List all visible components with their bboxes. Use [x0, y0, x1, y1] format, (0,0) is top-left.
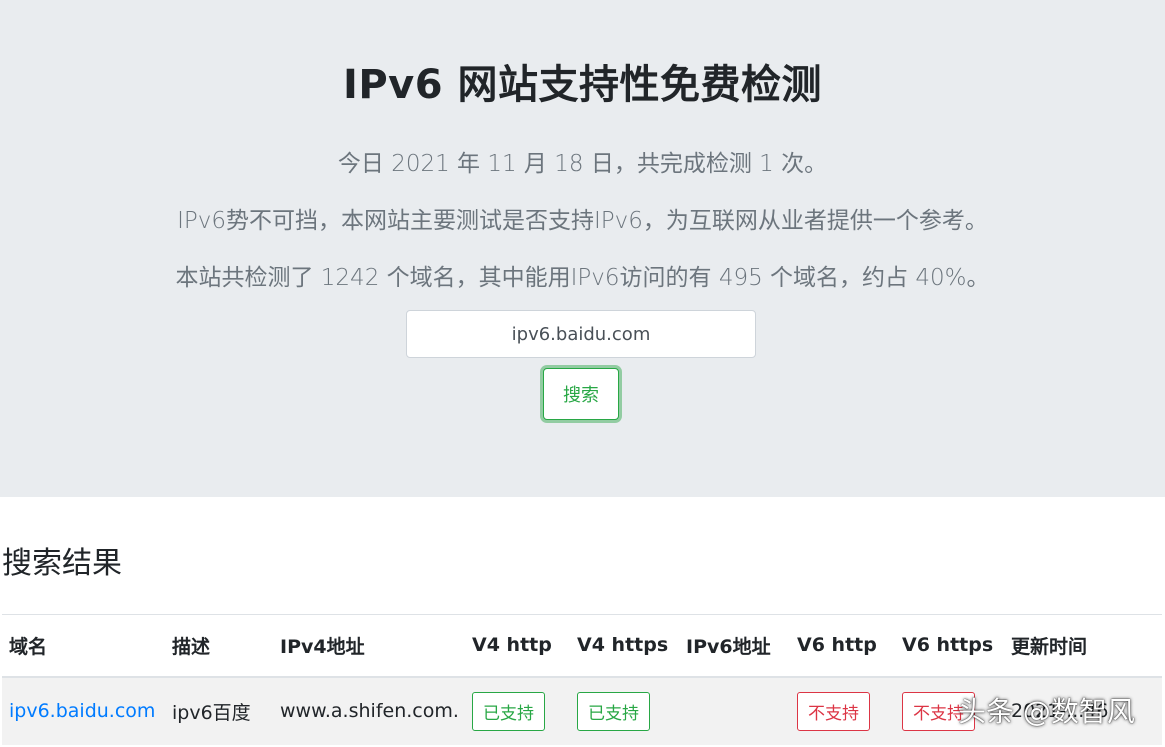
- column-header-ipv6: IPv6地址: [679, 614, 790, 678]
- v4-http-status-badge: 已支持: [472, 691, 545, 731]
- column-header-domain: 域名: [2, 614, 165, 678]
- intro-text: IPv6势不可挡，本网站主要测试是否支持IPv6，为互联网从业者提供一个参考。: [177, 208, 988, 234]
- total-stats-text: 本站共检测了 1242 个域名，其中能用IPv6访问的有 495 个域名，约占 …: [175, 265, 990, 291]
- table-header-row: 域名 描述 IPv4地址 V4 http V4 https IPv6地址 V6 …: [2, 614, 1162, 678]
- page-title: IPv6 网站支持性免费检测: [342, 62, 823, 108]
- ipv6-cell: [679, 676, 790, 745]
- watermark-text: 头条 @数智风: [958, 695, 1135, 728]
- column-header-description: 描述: [165, 614, 273, 678]
- today-stats-text: 今日 2021 年 11 月 18 日，共完成检测 1 次。: [337, 151, 828, 177]
- v6-http-cell: 不支持: [790, 676, 895, 745]
- v4-http-cell: 已支持: [465, 676, 570, 745]
- column-header-ipv4: IPv4地址: [273, 614, 465, 678]
- column-header-v4-http: V4 http: [465, 614, 570, 678]
- ipv4-cell: www.a.shifen.com.: [273, 676, 465, 745]
- v4-https-cell: 已支持: [570, 676, 679, 745]
- description-cell: ipv6百度: [165, 676, 273, 745]
- column-header-v6-https: V6 https: [895, 614, 1004, 678]
- search-button[interactable]: 搜索: [543, 368, 619, 420]
- results-heading: 搜索结果: [2, 546, 122, 581]
- column-header-updated-time: 更新时间: [1004, 614, 1162, 678]
- v4-https-status-badge: 已支持: [577, 691, 650, 731]
- domain-search-input[interactable]: [406, 310, 756, 358]
- column-header-v6-http: V6 http: [790, 614, 895, 678]
- hero-banner: IPv6 网站支持性免费检测 今日 2021 年 11 月 18 日，共完成检测…: [0, 0, 1165, 497]
- domain-cell: ipv6.baidu.com: [2, 676, 165, 745]
- domain-link[interactable]: ipv6.baidu.com: [9, 700, 155, 722]
- v6-http-status-badge: 不支持: [797, 691, 870, 731]
- column-header-v4-https: V4 https: [570, 614, 679, 678]
